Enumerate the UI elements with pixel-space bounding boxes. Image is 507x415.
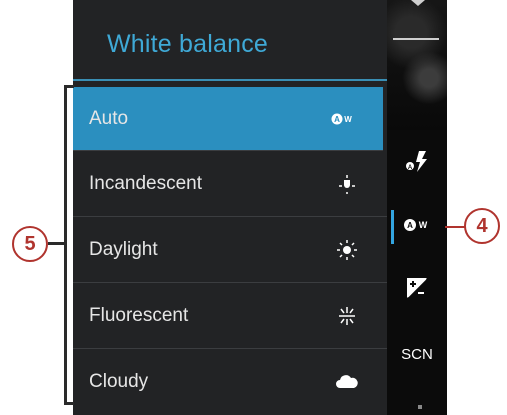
option-label: Auto [89,107,129,129]
daylight-icon [335,239,359,260]
callout-5: 5 [12,226,48,262]
option-label: Incandescent [89,172,203,194]
option-auto[interactable]: Auto A W [73,87,383,151]
svg-text:A: A [334,115,340,124]
side-divider [393,38,439,40]
cloudy-icon [335,372,359,392]
svg-text:A: A [408,165,413,171]
camera-control-strip: A A W SCN [387,0,447,415]
more-indicator [418,405,422,409]
exposure-button[interactable] [387,270,447,310]
exposure-icon [407,278,427,302]
option-daylight[interactable]: Daylight [73,217,387,283]
option-incandescent[interactable]: Incandescent [73,151,387,217]
title-divider [73,79,387,81]
white-balance-options: Auto A W Incandescent Daylight Fluoresce… [73,87,387,415]
fluorescent-icon [335,306,359,326]
white-balance-button[interactable]: A W [387,207,447,247]
callout-4: 4 [464,208,500,244]
awb-auto-icon: A W [331,109,355,129]
option-fluorescent[interactable]: Fluorescent [73,283,387,349]
option-label: Fluorescent [89,304,189,326]
white-balance-menu: White balance Auto A W Incandescent Dayl… [73,0,387,415]
viewfinder-preview [387,0,447,130]
scene-label: SCN [401,345,433,363]
svg-text:W: W [419,220,428,230]
option-label: Cloudy [89,371,149,392]
menu-title: White balance [107,30,269,58]
awb-icon: A W [403,218,431,236]
svg-text:A: A [407,221,413,230]
option-cloudy[interactable]: Cloudy [73,349,387,415]
flash-button[interactable]: A [387,143,447,183]
menu-bracket [64,85,74,405]
incandescent-icon [335,174,359,194]
svg-text:W: W [344,115,352,124]
menu-bracket-stem [48,242,65,245]
option-label: Daylight [89,238,158,260]
scene-button[interactable]: SCN [387,334,447,374]
chevron-down-icon[interactable] [411,0,425,6]
flash-auto-icon: A [404,148,430,178]
